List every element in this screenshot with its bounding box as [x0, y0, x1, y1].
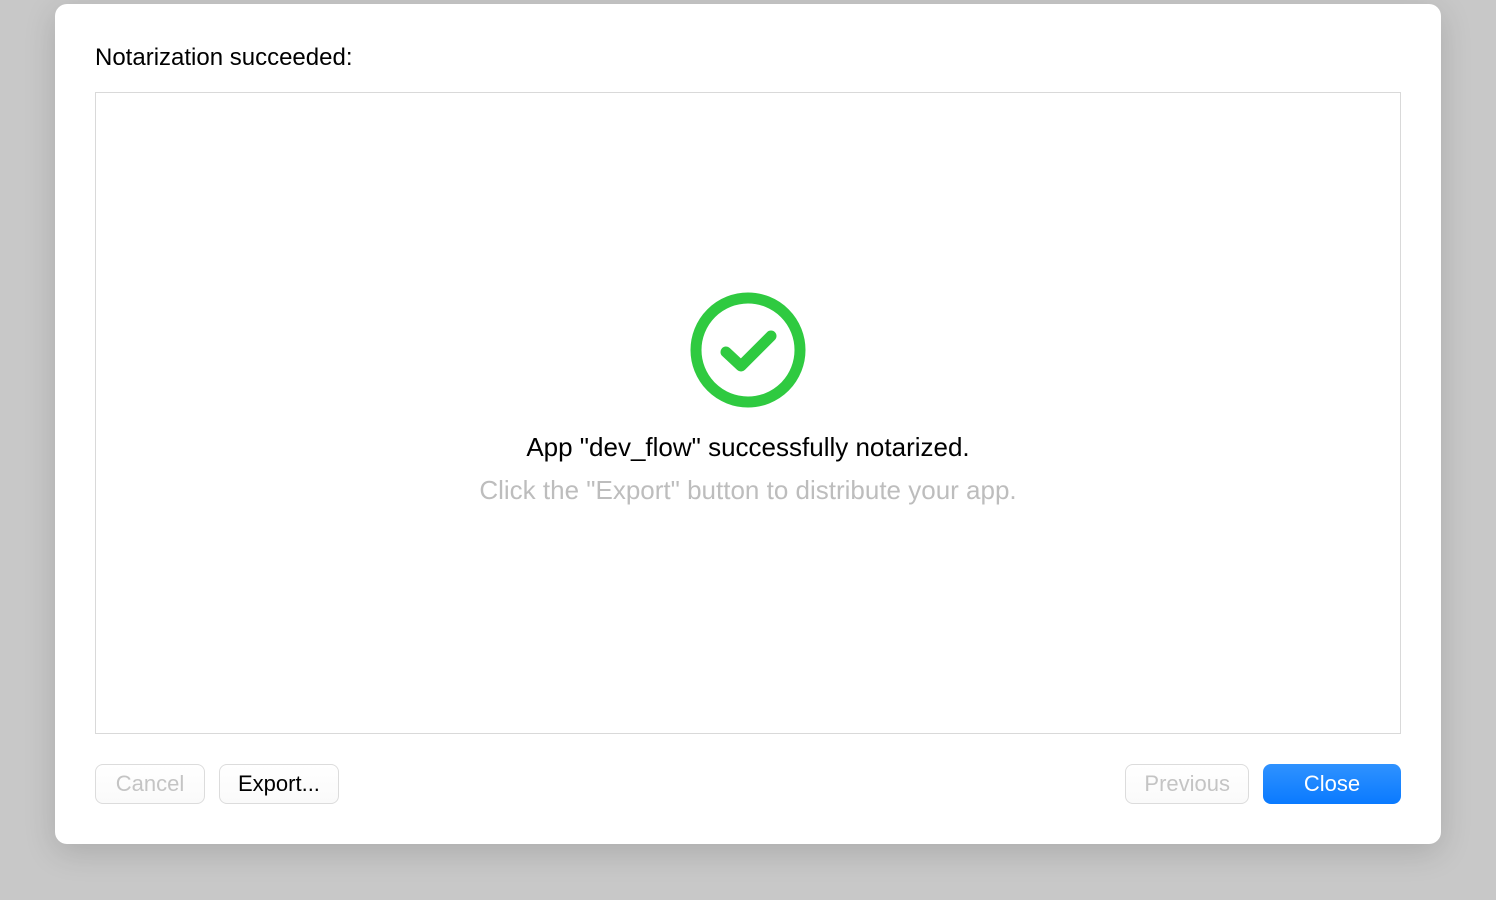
export-button[interactable]: Export...	[219, 764, 339, 804]
dialog-title: Notarization succeeded:	[95, 44, 1401, 72]
button-bar: Cancel Export... Previous Close	[95, 764, 1401, 804]
success-message: App "dev_flow" successfully notarized.	[526, 432, 969, 463]
cancel-button[interactable]: Cancel	[95, 764, 205, 804]
hint-message: Click the "Export" button to distribute …	[479, 475, 1016, 506]
button-group-right: Previous Close	[1125, 764, 1401, 804]
previous-button[interactable]: Previous	[1125, 764, 1249, 804]
close-button[interactable]: Close	[1263, 764, 1401, 804]
success-checkmark-icon	[688, 290, 808, 410]
content-panel: App "dev_flow" successfully notarized. C…	[95, 92, 1401, 734]
notarization-dialog: Notarization succeeded: App "dev_flow" s…	[55, 4, 1441, 844]
button-group-left: Cancel Export...	[95, 764, 339, 804]
content-inner: App "dev_flow" successfully notarized. C…	[479, 290, 1016, 506]
